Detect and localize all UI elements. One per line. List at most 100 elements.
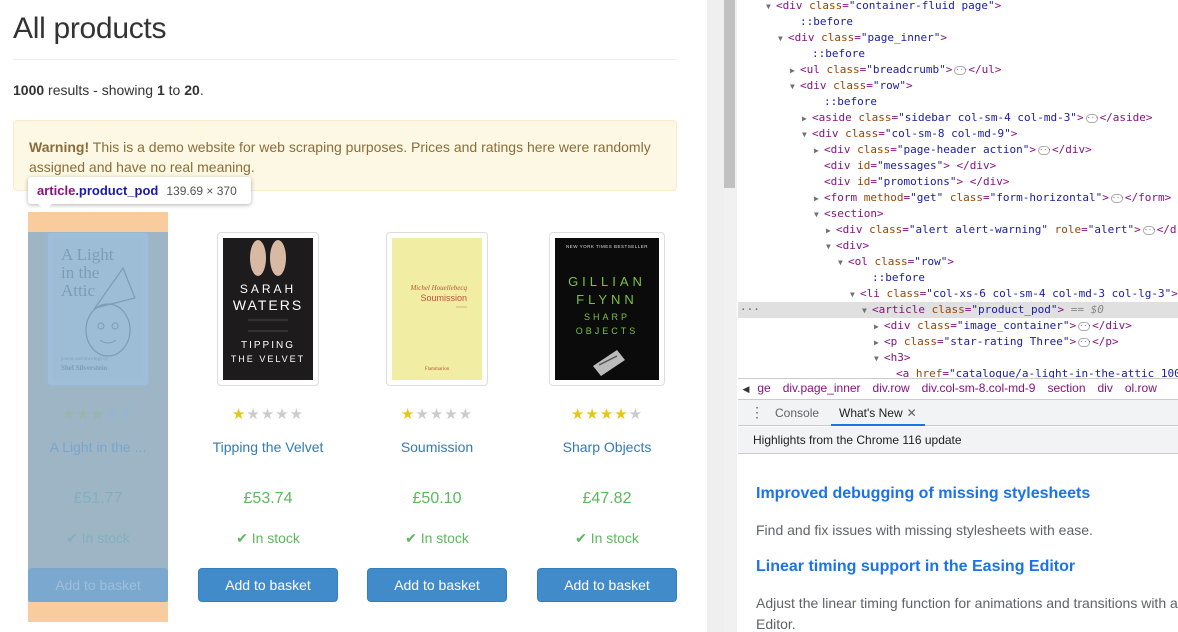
- expand-triangle-closed-icon[interactable]: ▶: [874, 319, 884, 335]
- dom-node[interactable]: ▼ <li class="col-xs-6 col-sm-4 col-md-3 c…: [738, 286, 1178, 302]
- expand-triangle-closed-icon[interactable]: ▶: [826, 223, 836, 239]
- dom-node[interactable]: ▼ <ol class="row">: [738, 254, 1178, 270]
- expand-triangle-open-icon[interactable]: ▼: [850, 287, 860, 303]
- collapsed-ellipsis-icon[interactable]: ···: [1037, 145, 1052, 155]
- add-to-basket-button[interactable]: Add to basket: [367, 568, 507, 602]
- collapsed-ellipsis-icon[interactable]: ···: [1142, 225, 1156, 235]
- tab-whats-new[interactable]: What's New ✕: [831, 400, 925, 426]
- dom-node[interactable]: ▼ <div class="page_inner">: [738, 30, 1178, 46]
- expand-triangle-open-icon[interactable]: ▼: [838, 255, 848, 271]
- dom-node[interactable]: ▼ <section>: [738, 206, 1178, 222]
- breadcrumb-item[interactable]: div.col-sm-8.col-md-9: [922, 381, 1036, 395]
- collapsed-ellipsis-icon[interactable]: ···: [1085, 113, 1099, 123]
- dom-node[interactable]: ▶ <div class="image_container"> ···</div>: [738, 318, 1178, 334]
- dom-node[interactable]: ··· ▼ <article class="product_pod"> == $0: [738, 302, 1178, 318]
- results-text: .: [199, 82, 204, 98]
- product-price: £50.10: [412, 490, 462, 507]
- drawer-menu-icon[interactable]: ⋮: [750, 405, 764, 419]
- collapsed-ellipsis-icon[interactable]: ···: [1078, 321, 1092, 331]
- results-total: 1000: [13, 82, 45, 98]
- dom-node[interactable]: ::before: [738, 270, 1178, 286]
- expand-triangle-open-icon[interactable]: ▼: [802, 127, 812, 143]
- breadcrumb-item[interactable]: ol.row: [1125, 381, 1157, 395]
- collapsed-ellipsis-icon[interactable]: ···: [954, 65, 968, 75]
- expand-triangle-closed-icon[interactable]: ▶: [814, 143, 824, 159]
- close-tab-icon[interactable]: ✕: [907, 406, 917, 420]
- dom-node[interactable]: ▼ <div class="container-fluid page">: [738, 0, 1178, 14]
- more-actions-icon[interactable]: ···: [740, 302, 760, 318]
- dom-node[interactable]: ▶ <form method="get" class="form-horizont…: [738, 190, 1178, 206]
- star-icon: ★: [289, 406, 305, 423]
- dom-node[interactable]: ::before: [738, 46, 1178, 62]
- dom-node[interactable]: ▼ <div class="col-sm-8 col-md-9">: [738, 126, 1178, 142]
- expand-triangle-open-icon[interactable]: ▼: [790, 79, 800, 95]
- cover-velvet: SARAH WATERS TIPPING THE VELVET: [223, 238, 313, 380]
- dom-node[interactable]: ▶ <aside class="sidebar col-sm-4 col-md-3…: [738, 110, 1178, 126]
- expand-triangle-closed-icon[interactable]: ▶: [790, 63, 800, 79]
- add-to-basket-button[interactable]: Add to basket: [198, 568, 338, 602]
- results-to: 20: [184, 82, 200, 98]
- expand-triangle-open-icon[interactable]: ▼: [874, 351, 884, 367]
- availability-text: In stock: [251, 530, 300, 546]
- availability-text: In stock: [420, 530, 469, 546]
- elements-dom-tree[interactable]: ▼ <div class="container-fluid page">::bef…: [738, 0, 1178, 378]
- dom-breadcrumbs: ◀ ge div.page_inner div.row div.col-sm-8.co…: [738, 378, 1178, 398]
- dom-node[interactable]: ▼ <div>: [738, 238, 1178, 254]
- svg-text:WATERS: WATERS: [233, 297, 303, 313]
- dom-node[interactable]: <div id="promotions"> </div>: [738, 174, 1178, 190]
- dom-node[interactable]: ▶ <div class="alert alert-warning" role="…: [738, 222, 1178, 238]
- breadcrumb-item[interactable]: div: [1098, 381, 1113, 395]
- expand-triangle-open-icon[interactable]: ▼: [826, 239, 836, 255]
- dom-node[interactable]: ▶ <ul class="breadcrumb"> ···</ul>: [738, 62, 1178, 78]
- collapsed-ellipsis-icon[interactable]: ···: [1078, 337, 1092, 347]
- expand-triangle-open-icon[interactable]: ▼: [814, 207, 824, 223]
- page-title: All products: [13, 12, 167, 45]
- page-scrollbar-thumb[interactable]: [724, 0, 735, 188]
- tab-console[interactable]: Console: [767, 400, 827, 426]
- star-icon: ★: [444, 406, 459, 423]
- breadcrumb-item[interactable]: div.row: [873, 381, 910, 395]
- dom-node[interactable]: ▶ <div class="page-header action"> ···</di…: [738, 142, 1178, 158]
- availability: ✔ In stock: [537, 530, 677, 547]
- results-summary: 1000 results - showing 1 to 20.: [13, 82, 204, 98]
- feature-link[interactable]: Improved debugging of missing stylesheet…: [756, 485, 1090, 503]
- whats-new-header: Highlights from the Chrome 116 update: [738, 427, 1178, 454]
- expand-triangle-open-icon[interactable]: ▼: [766, 0, 776, 15]
- breadcrumb-item[interactable]: ge: [757, 381, 770, 395]
- expand-triangle-open-icon[interactable]: ▼: [862, 303, 872, 319]
- dom-node[interactable]: ▼ <div class="row">: [738, 78, 1178, 94]
- dom-node[interactable]: <div id="messages"> </div>: [738, 158, 1178, 174]
- breadcrumb-scroll-left-icon[interactable]: ◀: [738, 380, 754, 398]
- breadcrumb-item[interactable]: section: [1047, 381, 1085, 395]
- dom-node[interactable]: ::before: [738, 94, 1178, 110]
- expand-triangle-open-icon[interactable]: ▼: [778, 31, 788, 47]
- dom-node[interactable]: ::before: [738, 14, 1178, 30]
- dom-node[interactable]: <a href="catalogue/a-light-in-the-attic_…: [738, 366, 1178, 378]
- results-from: 1: [156, 82, 165, 98]
- whats-new-content: Improved debugging of missing stylesheet…: [738, 455, 1178, 632]
- star-icon: ★: [275, 406, 290, 423]
- product-pod: Michel Houellebecq Soumission Flammarion…: [367, 212, 507, 622]
- product-title-link[interactable]: Soumission: [367, 439, 507, 455]
- product-title-link[interactable]: Sharp Objects: [537, 439, 677, 455]
- product-image[interactable]: Michel Houellebecq Soumission Flammarion: [386, 232, 488, 386]
- collapsed-ellipsis-icon[interactable]: ···: [1110, 193, 1125, 203]
- expand-triangle-closed-icon[interactable]: ▶: [874, 335, 884, 351]
- expand-triangle-closed-icon[interactable]: ▶: [802, 111, 812, 127]
- alert-strong: Warning!: [29, 139, 90, 155]
- check-icon: ✔: [575, 530, 587, 546]
- product-image[interactable]: SARAH WATERS TIPPING THE VELVET: [217, 232, 319, 386]
- dom-node[interactable]: ▶ <p class="star-rating Three"> ···</p>: [738, 334, 1178, 350]
- product-image[interactable]: NEW YORK TIMES BESTSELLER GILLIAN FLYNN …: [549, 232, 665, 386]
- feature-link[interactable]: Linear timing support in the Easing Edit…: [756, 558, 1075, 576]
- availability-text: In stock: [590, 530, 639, 546]
- expand-triangle-closed-icon[interactable]: ▶: [814, 191, 824, 207]
- add-to-basket-button[interactable]: Add to basket: [537, 568, 677, 602]
- dom-node[interactable]: ▼ <h3>: [738, 350, 1178, 366]
- breadcrumb-item[interactable]: div.page_inner: [783, 381, 861, 395]
- product-title-link[interactable]: Tipping the Velvet: [198, 439, 338, 455]
- inspect-tooltip: article.product_pod 139.69 × 370: [28, 177, 251, 211]
- star-icon: ★: [458, 406, 474, 423]
- tooltip-class: .product_pod: [75, 183, 159, 198]
- product-pod: NEW YORK TIMES BESTSELLER GILLIAN FLYNN …: [537, 212, 677, 622]
